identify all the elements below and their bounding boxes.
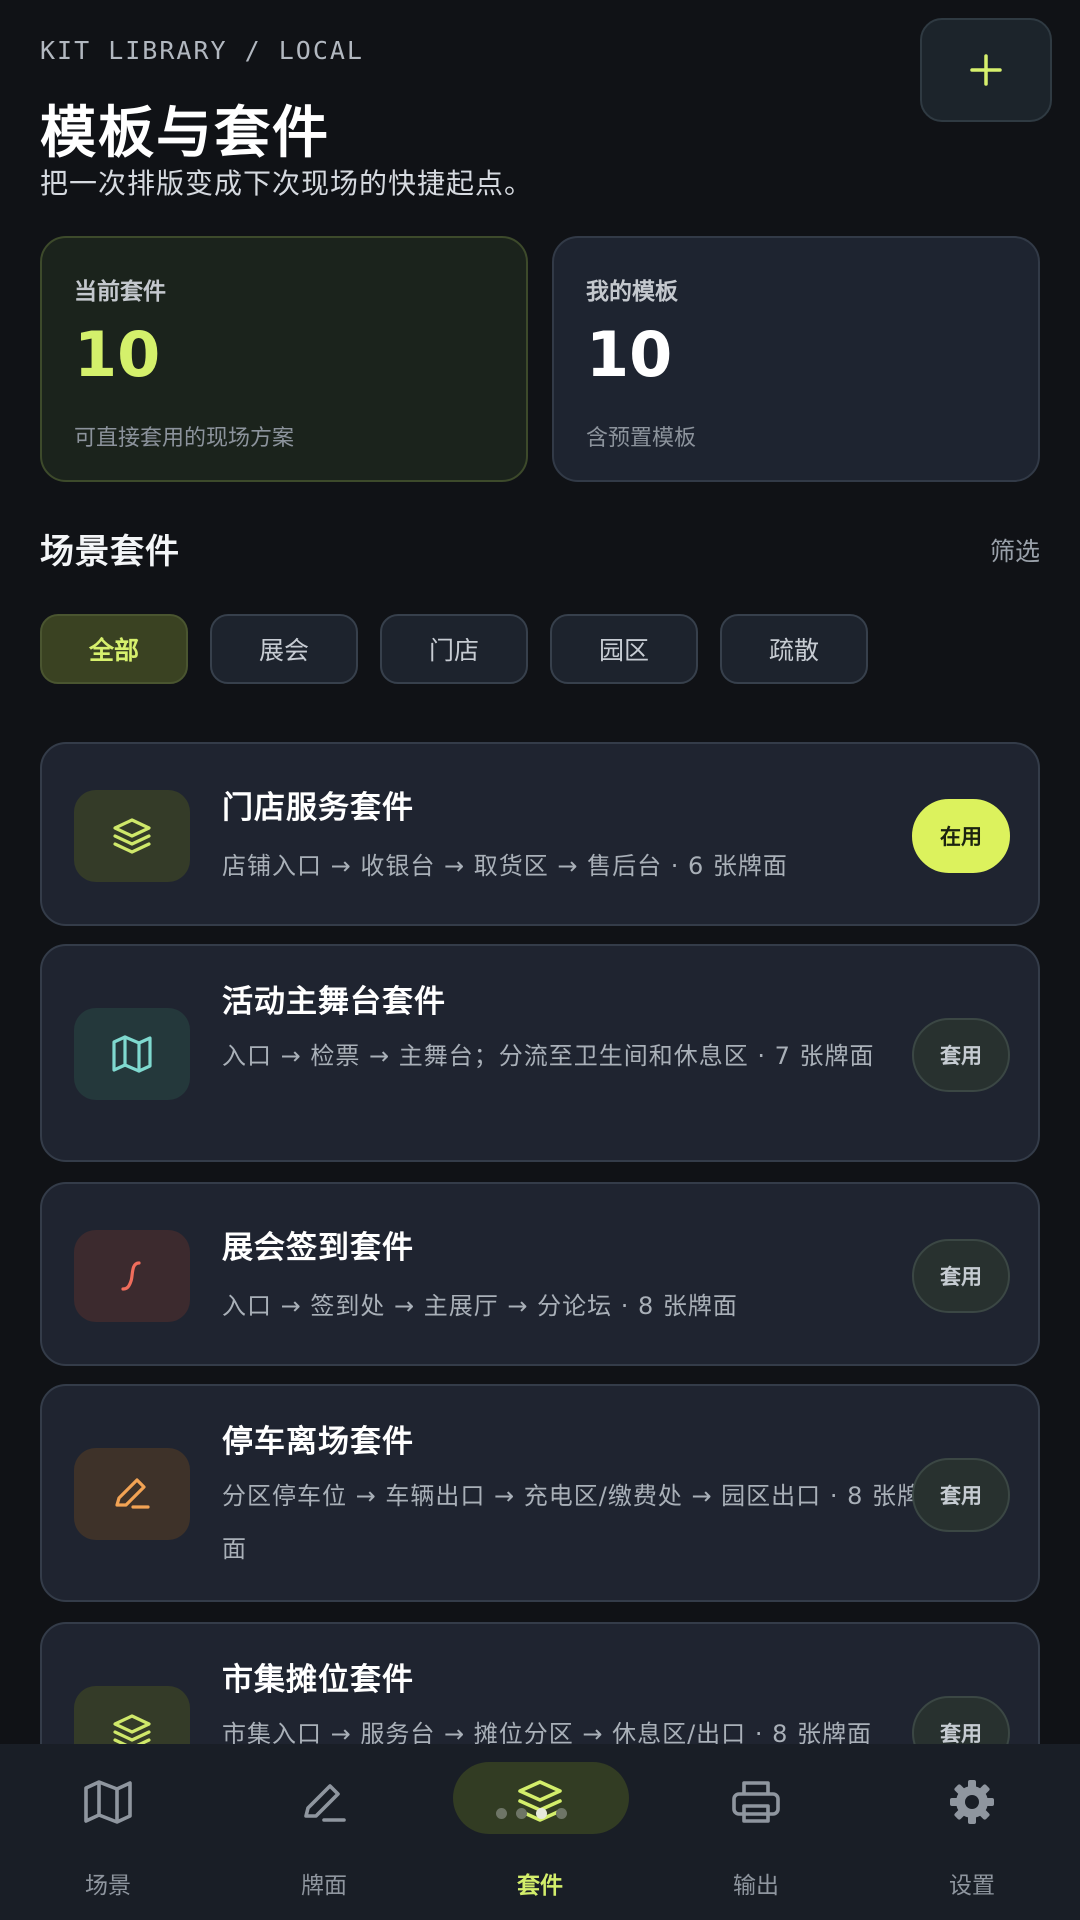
nav-label: 输出: [733, 1873, 779, 1899]
kit-apply-button[interactable]: 在用: [912, 799, 1010, 873]
page-title: 模板与套件: [40, 101, 330, 166]
kit-card-main-stage[interactable]: 活动主舞台套件 入口 → 检票 → 主舞台；分流至卫生间和休息区 · 7 张牌面…: [40, 944, 1040, 1162]
pen-icon: [115, 1478, 150, 1509]
stat-value: 10: [586, 318, 673, 391]
map-icon: [112, 1035, 152, 1073]
pen-icon: [296, 1774, 352, 1830]
nav-item-settings[interactable]: 设置: [864, 1744, 1080, 1920]
add-kit-button[interactable]: [920, 18, 1052, 122]
category-chips: 全部 展会 门店 园区 疏散: [40, 614, 868, 684]
kit-title: 市集摊位套件: [222, 1662, 414, 1698]
chip-exhibition[interactable]: 展会: [210, 614, 358, 684]
bottom-nav: 场景 牌面 套件 输出 设置: [0, 1744, 1080, 1920]
chip-all[interactable]: 全部: [40, 614, 188, 684]
kit-apply-button[interactable]: 套用: [912, 1458, 1010, 1532]
kit-apply-button[interactable]: 套用: [912, 1239, 1010, 1313]
breadcrumb: KIT LIBRARY / LOCAL: [40, 36, 364, 65]
kit-description: 店铺入口 → 收银台 → 取货区 → 售后台 · 6 张牌面: [222, 852, 788, 880]
kit-card-parking-exit[interactable]: 停车离场套件 分区停车位 → 车辆出口 → 充电区/缴费处 → 园区出口 · 8…: [40, 1384, 1040, 1602]
stat-label: 我的模板: [586, 279, 678, 305]
stat-current-kits: 当前套件 10 可直接套用的现场方案: [40, 236, 528, 482]
kit-title: 展会签到套件: [222, 1230, 414, 1266]
kit-title: 门店服务套件: [222, 790, 414, 826]
kit-title: 活动主舞台套件: [222, 984, 446, 1020]
plus-icon: [970, 54, 1002, 86]
filter-button[interactable]: 筛选: [990, 532, 1040, 568]
layers-icon: [113, 818, 151, 854]
page-dot: [556, 1808, 567, 1819]
nav-item-kits[interactable]: 套件: [432, 1744, 648, 1920]
kit-icon: [74, 1230, 190, 1322]
stat-label: 当前套件: [74, 279, 166, 305]
stat-value: 10: [74, 318, 161, 391]
route-icon: [121, 1261, 141, 1291]
stat-note: 可直接套用的现场方案: [74, 426, 295, 451]
layers-icon: [512, 1774, 568, 1830]
kit-icon: [74, 1008, 190, 1100]
nav-item-signs[interactable]: 牌面: [216, 1744, 432, 1920]
kit-library-screen: KIT LIBRARY / LOCAL 模板与套件 把一次排版变成下次现场的快捷…: [0, 0, 1080, 1920]
kit-description: 入口 → 签到处 → 主展厅 → 分论坛 · 8 张牌面: [222, 1292, 738, 1320]
page-subtitle: 把一次排版变成下次现场的快捷起点。: [40, 167, 534, 200]
map-icon: [80, 1774, 136, 1830]
kit-description: 入口 → 检票 → 主舞台；分流至卫生间和休息区 · 7 张牌面: [222, 1042, 875, 1070]
page-dot: [496, 1808, 507, 1819]
stat-my-templates: 我的模板 10 含预置模板: [552, 236, 1040, 482]
nav-label: 套件: [517, 1873, 563, 1899]
nav-item-scenes[interactable]: 场景: [0, 1744, 216, 1920]
kit-icon: [74, 790, 190, 882]
kit-apply-button[interactable]: 套用: [912, 1018, 1010, 1092]
kit-title: 停车离场套件: [222, 1424, 414, 1460]
page-indicator: [496, 1808, 567, 1819]
nav-item-output[interactable]: 输出: [648, 1744, 864, 1920]
kit-icon: [74, 1448, 190, 1540]
chip-park[interactable]: 园区: [550, 614, 698, 684]
kit-card-store-service[interactable]: 门店服务套件 店铺入口 → 收银台 → 取货区 → 售后台 · 6 张牌面 在用: [40, 742, 1040, 926]
nav-label: 设置: [949, 1873, 995, 1899]
page-dot: [536, 1808, 547, 1819]
page-dot: [516, 1808, 527, 1819]
chip-store[interactable]: 门店: [380, 614, 528, 684]
nav-label: 牌面: [301, 1873, 347, 1899]
chip-evacuation[interactable]: 疏散: [720, 614, 868, 684]
kit-description: 分区停车位 → 车辆出口 → 充电区/缴费处 → 园区出口 · 8 张牌面: [222, 1482, 922, 1563]
gear-icon: [944, 1774, 1000, 1830]
section-title: 场景套件: [40, 532, 180, 572]
printer-icon: [728, 1774, 784, 1830]
stat-note: 含预置模板: [586, 426, 697, 451]
kit-card-expo-checkin[interactable]: 展会签到套件 入口 → 签到处 → 主展厅 → 分论坛 · 8 张牌面 套用: [40, 1182, 1040, 1366]
nav-label: 场景: [85, 1873, 131, 1899]
